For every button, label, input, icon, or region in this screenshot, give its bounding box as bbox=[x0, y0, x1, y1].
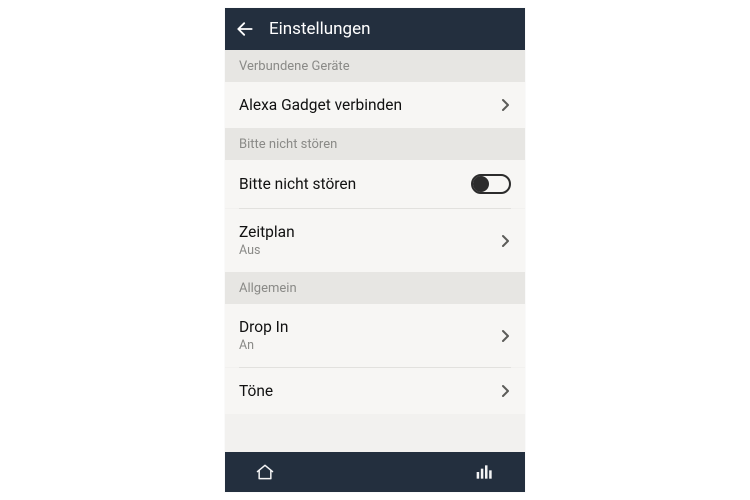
row-label: Töne bbox=[239, 382, 273, 400]
dnd-toggle[interactable] bbox=[471, 174, 511, 194]
home-icon[interactable] bbox=[245, 462, 285, 482]
chevron-right-icon bbox=[501, 329, 511, 343]
row-label: Bitte nicht stören bbox=[239, 175, 356, 193]
row-label: Alexa Gadget verbinden bbox=[239, 96, 402, 114]
bottom-nav bbox=[225, 452, 525, 492]
header-bar: Einstellungen bbox=[225, 8, 525, 50]
row-schedule[interactable]: Zeitplan Aus bbox=[225, 209, 525, 272]
row-label: Drop In bbox=[239, 318, 288, 336]
content-scroll[interactable]: Verbundene Geräte Alexa Gadget verbinden… bbox=[225, 50, 525, 452]
row-sublabel: Aus bbox=[239, 243, 295, 258]
chevron-right-icon bbox=[501, 234, 511, 248]
page-title: Einstellungen bbox=[269, 19, 371, 39]
row-dnd-toggle[interactable]: Bitte nicht stören bbox=[225, 160, 525, 208]
row-sublabel: An bbox=[239, 338, 288, 353]
back-icon[interactable] bbox=[235, 19, 255, 39]
toggle-knob bbox=[473, 176, 489, 192]
section-header-general: Allgemein bbox=[225, 272, 525, 304]
chevron-right-icon bbox=[501, 384, 511, 398]
row-dropin[interactable]: Drop In An bbox=[225, 304, 525, 367]
row-connect-gadget[interactable]: Alexa Gadget verbinden bbox=[225, 82, 525, 128]
section-header-dnd: Bitte nicht stören bbox=[225, 128, 525, 160]
settings-screen: Einstellungen Verbundene Geräte Alexa Ga… bbox=[225, 8, 525, 492]
chevron-right-icon bbox=[501, 98, 511, 112]
section-header-connected: Verbundene Geräte bbox=[225, 50, 525, 82]
row-tones[interactable]: Töne bbox=[225, 368, 525, 414]
equalizer-icon[interactable] bbox=[465, 462, 505, 482]
row-label: Zeitplan bbox=[239, 223, 295, 241]
